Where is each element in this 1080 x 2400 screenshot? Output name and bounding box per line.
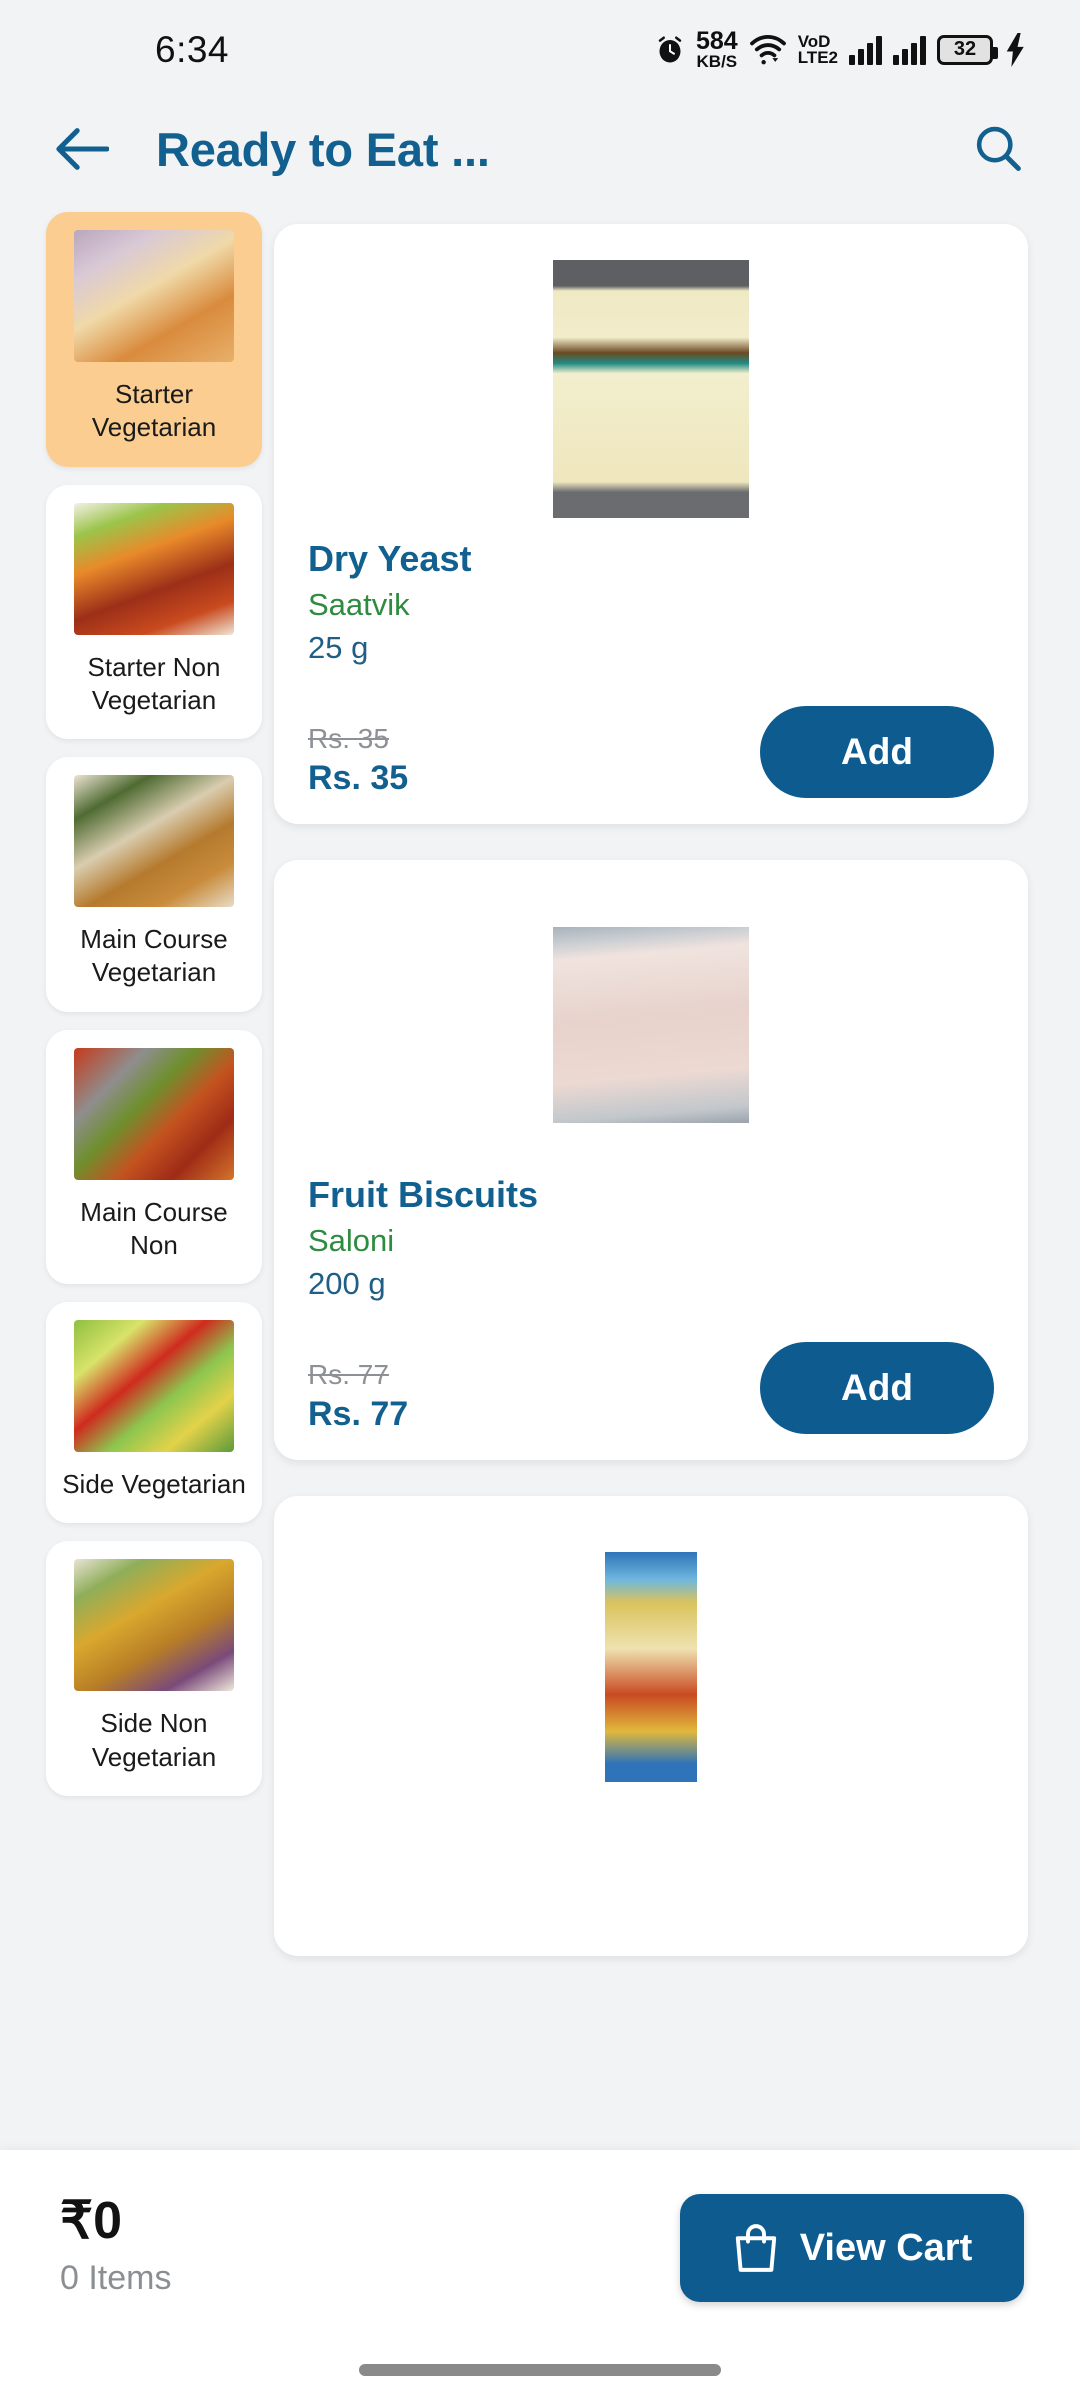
product-card[interactable]	[274, 1496, 1028, 1956]
sidebar-item-label: Starter Non Vegetarian	[87, 651, 221, 715]
category-thumbnail	[74, 1047, 234, 1180]
product-image	[553, 260, 749, 518]
category-thumbnail	[74, 1320, 234, 1453]
product-card[interactable]: Fruit Biscuits Saloni 200 g Rs. 77 Rs. 7…	[274, 860, 1028, 1460]
sidebar-item-label: Starter Vegetarian	[91, 379, 217, 443]
status-bar: 6:34 584 KB/S VoD LTE2 32	[0, 0, 1080, 100]
cart-bar: ₹0 0 Items View Cart	[0, 2150, 1080, 2400]
back-button[interactable]	[50, 117, 114, 181]
status-time: 6:34	[155, 29, 230, 70]
page-title: Ready to Eat ...	[156, 122, 490, 176]
charging-icon	[1006, 32, 1024, 67]
main-content: Starter Vegetarian Starter Non Vegetaria…	[0, 212, 1080, 2124]
product-card[interactable]: Dry Yeast Saatvik 25 g Rs. 35 Rs. 35 Add	[274, 224, 1028, 824]
product-name: Fruit Biscuits	[308, 1174, 539, 1215]
product-image-wrap	[308, 890, 994, 1160]
app-bar: Ready to Eat ...	[0, 100, 1080, 198]
product-brand: Saatvik	[308, 587, 410, 622]
add-to-cart-button[interactable]: Add	[760, 706, 994, 798]
sidebar-item-starter-non-vegetarian[interactable]: Starter Non Vegetarian	[46, 484, 262, 740]
sidebar-item-side-vegetarian[interactable]: Side Vegetarian	[46, 1302, 262, 1524]
price-block: Rs. 77 Rs. 77	[308, 1359, 408, 1434]
gesture-bar[interactable]	[359, 2364, 721, 2376]
status-icons: 584 KB/S VoD LTE2 32	[655, 27, 1028, 71]
product-price: Rs. 35	[308, 759, 409, 797]
network-speed: 584 KB/S	[695, 27, 738, 71]
product-price-row: Rs. 35 Rs. 35 Add	[308, 706, 994, 798]
view-cart-button[interactable]: View Cart	[680, 2194, 1024, 2302]
sidebar-item-starter-vegetarian[interactable]: Starter Vegetarian	[46, 212, 262, 467]
price-block: Rs. 35 Rs. 35	[308, 723, 408, 798]
sidebar-item-main-course-non[interactable]: Main Course Non	[46, 1029, 262, 1285]
sidebar-item-side-non-vegetarian[interactable]: Side Non Vegetarian	[46, 1541, 262, 1796]
category-thumbnail	[74, 502, 234, 635]
product-image	[605, 1552, 697, 1782]
product-price: Rs. 77	[308, 1395, 409, 1433]
product-mrp: Rs. 77	[308, 1359, 389, 1390]
product-price-row: Rs. 77 Rs. 77 Add	[308, 1342, 994, 1434]
product-name: Dry Yeast	[308, 538, 472, 579]
volte-icon: VoD LTE2	[797, 31, 838, 67]
view-cart-label: View Cart	[799, 2226, 973, 2269]
cart-summary: ₹0 0 Items	[60, 2194, 171, 2298]
product-image-wrap	[308, 254, 994, 524]
battery-icon: 32	[937, 34, 998, 65]
app-screen: 6:34 584 KB/S VoD LTE2 32 Ready to Eat .…	[0, 0, 1080, 2400]
category-thumbnail	[74, 230, 234, 362]
cart-item-count: 0 Items	[60, 2258, 172, 2297]
product-brand: Saloni	[308, 1223, 395, 1258]
product-mrp: Rs. 35	[308, 723, 389, 754]
sidebar-item-main-course-vegetarian[interactable]: Main Course Vegetarian	[46, 757, 262, 1012]
product-quantity: 200 g	[308, 1266, 386, 1301]
add-to-cart-button[interactable]: Add	[760, 1342, 994, 1434]
search-button[interactable]	[966, 117, 1030, 181]
category-thumbnail	[74, 1559, 234, 1692]
sidebar-item-label: Main Course Non	[80, 1196, 228, 1260]
sidebar-item-label: Main Course Vegetarian	[80, 924, 228, 988]
arrow-left-icon	[56, 128, 109, 170]
category-thumbnail	[74, 775, 234, 908]
product-image	[553, 927, 749, 1123]
signal-icon	[849, 35, 882, 65]
product-list: Dry Yeast Saatvik 25 g Rs. 35 Rs. 35 Add…	[262, 212, 1080, 2124]
sidebar-item-label: Side Vegetarian	[62, 1469, 246, 1500]
product-image-wrap	[308, 1526, 994, 1782]
product-quantity: 25 g	[308, 630, 369, 665]
search-icon	[976, 126, 1021, 171]
alarm-icon	[658, 36, 682, 63]
signal-icon-2	[893, 35, 926, 65]
category-sidebar[interactable]: Starter Vegetarian Starter Non Vegetaria…	[0, 212, 262, 2124]
cart-total: ₹0	[60, 2192, 123, 2250]
wifi-icon	[749, 35, 786, 65]
shopping-bag-icon	[735, 2224, 776, 2272]
sidebar-item-label: Side Non Vegetarian	[91, 1708, 217, 1772]
